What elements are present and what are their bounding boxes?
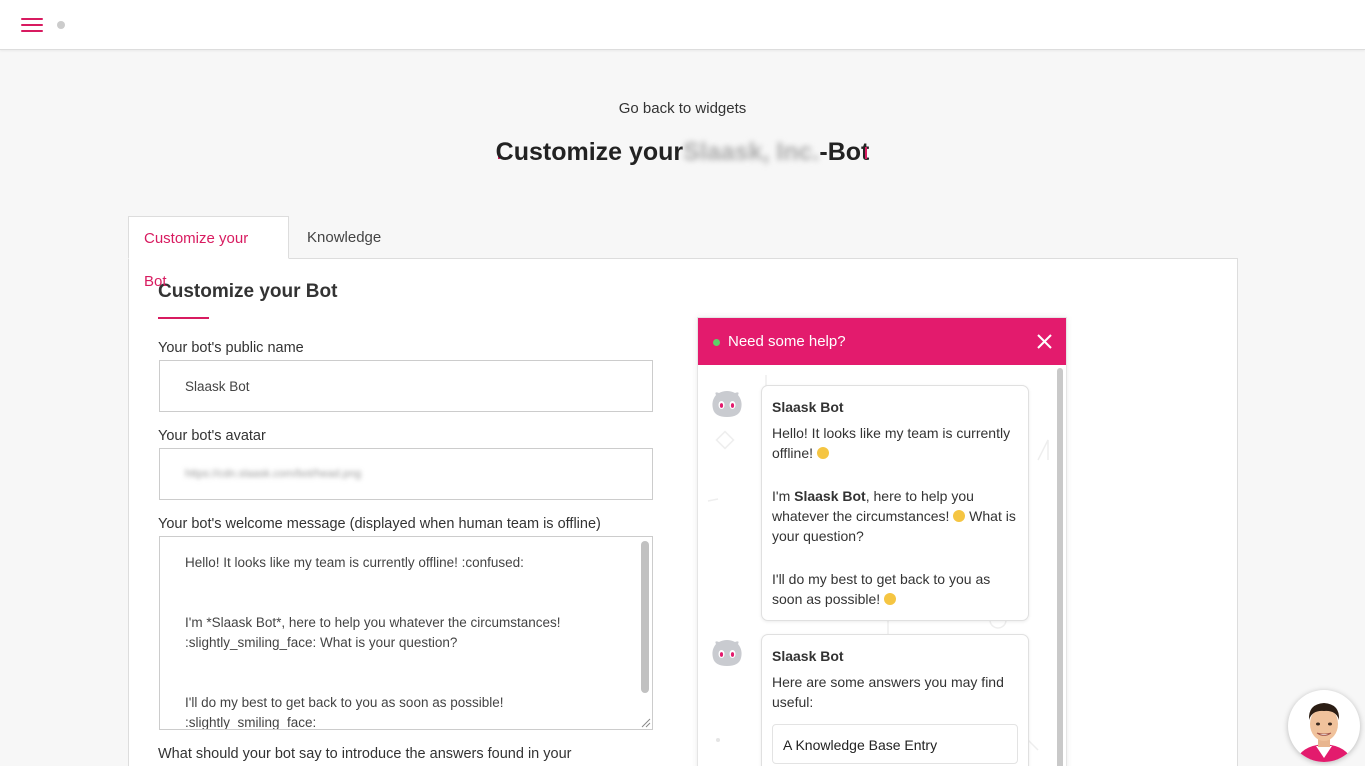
status-dot-icon [57, 21, 65, 29]
bot-avatar-label: Your bot's avatar [158, 428, 266, 444]
chat-widget-preview: Need some help? Slaask Bot Hello! It loo… [697, 317, 1067, 766]
confused-emoji-icon [816, 447, 829, 459]
bot-name-label: Your bot's public name [158, 340, 304, 356]
message-sender: Slaask Bot [772, 399, 844, 415]
smiling-emoji-icon [884, 593, 897, 605]
message-text: Here are some answers you may find usefu… [772, 674, 1004, 710]
title-decoration-right [865, 147, 867, 159]
bot-message-1: Slaask Bot Hello! It looks like my team … [761, 385, 1029, 621]
section-title: Customize your Bot [158, 281, 338, 302]
online-status-icon [713, 339, 720, 346]
hamburger-icon[interactable] [21, 17, 43, 33]
smiling-emoji-icon [953, 510, 966, 522]
welcome-line-3: I'll do my best to get back to you as so… [185, 695, 504, 730]
title-prefix: Customize your [495, 138, 684, 166]
widget-scrollbar[interactable] [1057, 368, 1063, 766]
tab-customize-bot[interactable]: Customize your Bot [128, 216, 289, 290]
bot-avatar-url: https://cdn.slaask.com/bot/head.png [185, 468, 362, 480]
bot-name-value: Slaask Bot [185, 378, 250, 394]
welcome-message-textarea[interactable]: Hello! It looks like my team is currentl… [159, 536, 653, 730]
message-paragraph-1: Hello! It looks like my team is currentl… [772, 425, 1011, 461]
bot-avatar-input[interactable]: https://cdn.slaask.com/bot/head.png [159, 448, 653, 500]
message-sender: Slaask Bot [772, 648, 844, 664]
resize-handle-icon[interactable] [639, 716, 651, 728]
section-underline [158, 317, 209, 319]
title-suffix: -Bot [819, 138, 870, 166]
widget-title: Need some help? [728, 333, 846, 350]
textarea-scrollbar[interactable] [641, 541, 649, 693]
welcome-line-1: Hello! It looks like my team is currentl… [185, 555, 524, 570]
bot-message-2: Slaask Bot Here are some answers you may… [761, 634, 1029, 766]
top-bar [0, 0, 1365, 50]
answers-intro-label: What should your bot say to introduce th… [158, 746, 572, 762]
welcome-line-2: I'm *Slaask Bot*, here to help you whate… [185, 615, 561, 650]
welcome-message-label: Your bot's welcome message (displayed wh… [158, 516, 601, 532]
bot-avatar-icon [712, 391, 742, 417]
title-company-blurred: Slaask, Inc. [683, 138, 820, 166]
back-to-widgets-link[interactable]: Go back to widgets [0, 100, 1365, 117]
tab-knowledge-base[interactable]: Knowledge Base [292, 216, 396, 289]
message-paragraph-2: I'm Slaask Bot, here to help you whateve… [772, 488, 1016, 544]
message-paragraph-3: I'll do my best to get back to you as so… [772, 571, 991, 607]
page-title: Customize yourSlaask, Inc.-Bot [0, 138, 1365, 167]
close-icon[interactable] [1036, 333, 1053, 350]
agent-avatar-icon[interactable] [1288, 690, 1360, 762]
bot-avatar-icon [712, 640, 742, 666]
widget-header: Need some help? [698, 318, 1066, 365]
bot-name-input[interactable]: Slaask Bot [159, 360, 653, 412]
knowledge-base-entry[interactable]: A Knowledge Base Entry [772, 724, 1018, 764]
